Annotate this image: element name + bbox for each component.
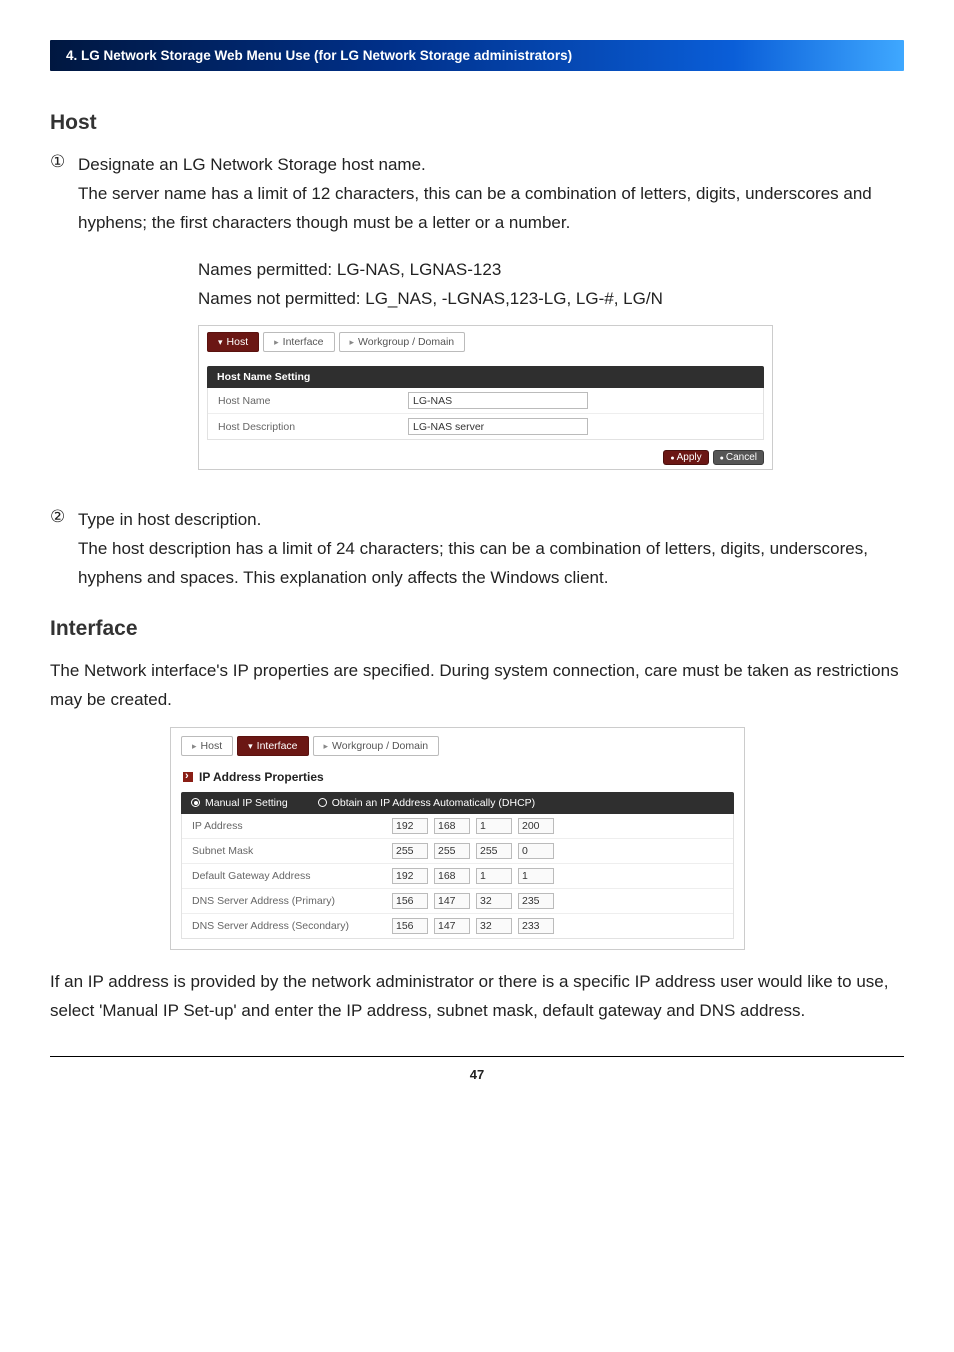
step-lead: Designate an LG Network Storage host nam…	[78, 151, 904, 180]
step-number: ①	[50, 151, 72, 482]
ip-mode-header: Manual IP Setting Obtain an IP Address A…	[181, 792, 734, 814]
ip-properties-label: IP Address Properties	[199, 770, 324, 784]
host-desc-input[interactable]	[408, 418, 588, 435]
tab-interface[interactable]: Interface	[237, 736, 308, 756]
footer-rule	[50, 1056, 904, 1057]
ip-octet-input[interactable]	[476, 868, 512, 884]
page-number: 47	[50, 1067, 904, 1082]
host-desc-label: Host Description	[218, 421, 408, 433]
cancel-button[interactable]: Cancel	[713, 450, 764, 465]
ip-octet-input[interactable]	[518, 818, 554, 834]
cancel-label: Cancel	[726, 452, 757, 463]
tab-interface-label: Interface	[257, 740, 298, 752]
ip-octet-input[interactable]	[518, 918, 554, 934]
ip-setting-label: DNS Server Address (Primary)	[192, 895, 392, 907]
ip-setting-label: Subnet Mask	[192, 845, 392, 857]
tab-row: Host Interface Workgroup / Domain	[207, 332, 764, 352]
dhcp-label: Obtain an IP Address Automatically (DHCP…	[332, 797, 535, 809]
tab-workgroup[interactable]: Workgroup / Domain	[313, 736, 440, 756]
step-para: The server name has a limit of 12 charac…	[78, 180, 904, 238]
ip-octet-input[interactable]	[434, 843, 470, 859]
chevron-right-icon	[192, 740, 197, 752]
ip-setting-row: DNS Server Address (Primary)	[182, 889, 733, 914]
ip-setting-label: DNS Server Address (Secondary)	[192, 920, 392, 932]
host-ui-screenshot: Host Interface Workgroup / Domain Host N…	[198, 325, 904, 470]
host-steps-list: ① Designate an LG Network Storage host n…	[50, 151, 904, 593]
closing-paragraph: If an IP address is provided by the netw…	[50, 968, 904, 1026]
chapter-header: 4. LG Network Storage Web Menu Use (for …	[50, 40, 904, 71]
ip-octet-input[interactable]	[476, 843, 512, 859]
tab-host[interactable]: Host	[181, 736, 233, 756]
names-not-permitted: Names not permitted: LG_NAS, -LGNAS,123-…	[198, 285, 904, 314]
interface-intro: The Network interface's IP properties ar…	[50, 657, 904, 715]
ip-setting-label: IP Address	[192, 820, 392, 832]
ip-octet-input[interactable]	[518, 843, 554, 859]
ip-properties-title: IP Address Properties	[183, 770, 734, 784]
tab-host[interactable]: Host	[207, 332, 259, 352]
dhcp-option[interactable]: Obtain an IP Address Automatically (DHCP…	[318, 797, 535, 809]
radio-unselected-icon	[318, 798, 327, 807]
tab-workgroup-label: Workgroup / Domain	[332, 740, 428, 752]
tab-host-label: Host	[227, 336, 249, 348]
ip-setting-row: Default Gateway Address	[182, 864, 733, 889]
tab-row: Host Interface Workgroup / Domain	[181, 736, 734, 756]
chevron-down-icon	[218, 336, 223, 348]
ip-octet-input[interactable]	[392, 918, 428, 934]
panel-title: Host Name Setting	[207, 366, 764, 388]
host-name-input[interactable]	[408, 392, 588, 409]
dot-icon	[670, 452, 674, 463]
ip-octet-input[interactable]	[476, 893, 512, 909]
ip-octet-input[interactable]	[476, 818, 512, 834]
chapter-title: 4. LG Network Storage Web Menu Use (for …	[66, 48, 572, 63]
interface-ui-screenshot: Host Interface Workgroup / Domain IP Add…	[170, 727, 904, 950]
section-marker-icon	[183, 772, 193, 782]
chevron-right-icon	[350, 336, 355, 348]
step-number: ②	[50, 506, 72, 593]
dot-icon	[720, 452, 724, 463]
chevron-down-icon	[248, 740, 253, 752]
apply-button[interactable]: Apply	[663, 450, 708, 465]
section-title-host: Host	[50, 111, 904, 135]
ip-octet-input[interactable]	[392, 868, 428, 884]
ip-octet-input[interactable]	[392, 843, 428, 859]
chevron-right-icon	[274, 336, 279, 348]
ip-octet-input[interactable]	[434, 893, 470, 909]
tab-host-label: Host	[201, 740, 223, 752]
host-name-label: Host Name	[218, 395, 408, 407]
tab-interface-label: Interface	[283, 336, 324, 348]
manual-ip-label: Manual IP Setting	[205, 797, 288, 809]
ip-setting-row: IP Address	[182, 814, 733, 839]
ip-octet-input[interactable]	[392, 893, 428, 909]
ip-setting-row: Subnet Mask	[182, 839, 733, 864]
ip-setting-row: DNS Server Address (Secondary)	[182, 914, 733, 938]
ip-octet-input[interactable]	[434, 868, 470, 884]
ip-octet-input[interactable]	[434, 818, 470, 834]
ip-octet-input[interactable]	[518, 868, 554, 884]
ip-octet-input[interactable]	[518, 893, 554, 909]
apply-label: Apply	[677, 452, 702, 463]
ip-setting-label: Default Gateway Address	[192, 870, 392, 882]
manual-ip-option[interactable]: Manual IP Setting	[191, 797, 288, 809]
ip-octet-input[interactable]	[392, 818, 428, 834]
tab-workgroup-label: Workgroup / Domain	[358, 336, 454, 348]
step-para: The host description has a limit of 24 c…	[78, 535, 904, 593]
ip-octet-input[interactable]	[476, 918, 512, 934]
ip-settings-grid: IP Address Subnet Mask Default Gateway Add…	[181, 814, 734, 939]
step-lead: Type in host description.	[78, 506, 904, 535]
names-permitted: Names permitted: LG-NAS, LGNAS-123	[198, 256, 904, 285]
ip-octet-input[interactable]	[434, 918, 470, 934]
radio-selected-icon	[191, 798, 200, 807]
tab-workgroup[interactable]: Workgroup / Domain	[339, 332, 466, 352]
tab-interface[interactable]: Interface	[263, 332, 334, 352]
chevron-right-icon	[324, 740, 329, 752]
section-title-interface: Interface	[50, 617, 904, 641]
